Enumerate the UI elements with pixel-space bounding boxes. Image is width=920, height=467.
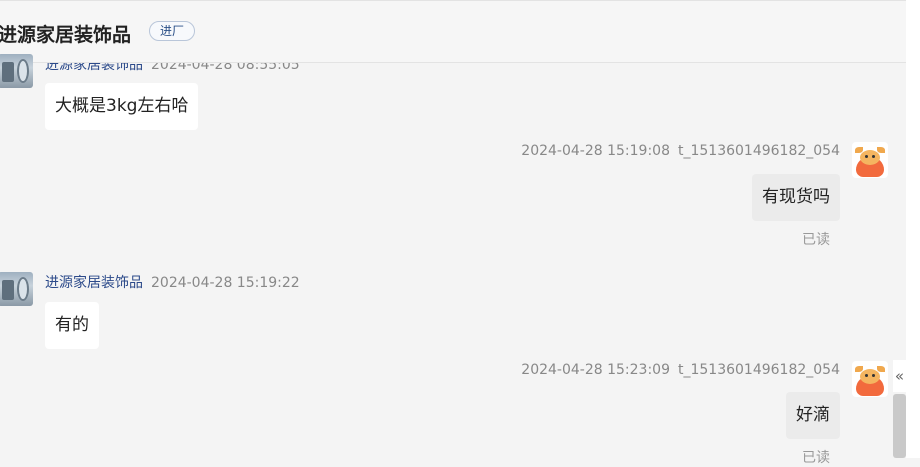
message-time: 2024-04-28 15:19:22 <box>151 275 300 291</box>
right-panel-edge <box>906 0 920 458</box>
chat-header: 进源家居装饰品 进厂 <box>0 0 906 63</box>
shop-name-title[interactable]: 进源家居装饰品 <box>0 20 131 47</box>
message-bubble: 大概是3kg左右哈 <box>45 83 199 130</box>
read-status: 已读 <box>802 232 830 248</box>
shop-avatar[interactable] <box>0 54 33 88</box>
message-meta: 2024-04-28 15:23:09 t_1513601496182_054 <box>521 362 840 378</box>
message-bubble: 好滴 <box>786 392 840 439</box>
message-meta: 进源家居装饰品 2024-04-28 15:19:22 <box>45 272 300 292</box>
message-bubble: 有现货吗 <box>752 174 840 221</box>
sender-name[interactable]: 进源家居装饰品 <box>45 275 143 291</box>
sender-id: t_1513601496182_054 <box>677 143 840 159</box>
double-chevron-left-icon[interactable]: « <box>893 360 906 392</box>
scrollbar-thumb[interactable] <box>893 394 906 458</box>
user-avatar[interactable] <box>852 361 888 397</box>
message-bubble: 有的 <box>45 302 99 349</box>
message-meta: 2024-04-28 15:19:08 t_1513601496182_054 <box>521 143 840 159</box>
shop-avatar[interactable] <box>0 272 33 306</box>
factory-badge[interactable]: 进厂 <box>149 21 196 41</box>
message-time: 2024-04-28 15:19:08 <box>521 143 670 159</box>
user-avatar[interactable] <box>852 142 888 178</box>
message-time: 2024-04-28 15:23:09 <box>521 362 670 378</box>
read-status: 已读 <box>802 450 830 466</box>
sender-id: t_1513601496182_054 <box>677 362 840 378</box>
